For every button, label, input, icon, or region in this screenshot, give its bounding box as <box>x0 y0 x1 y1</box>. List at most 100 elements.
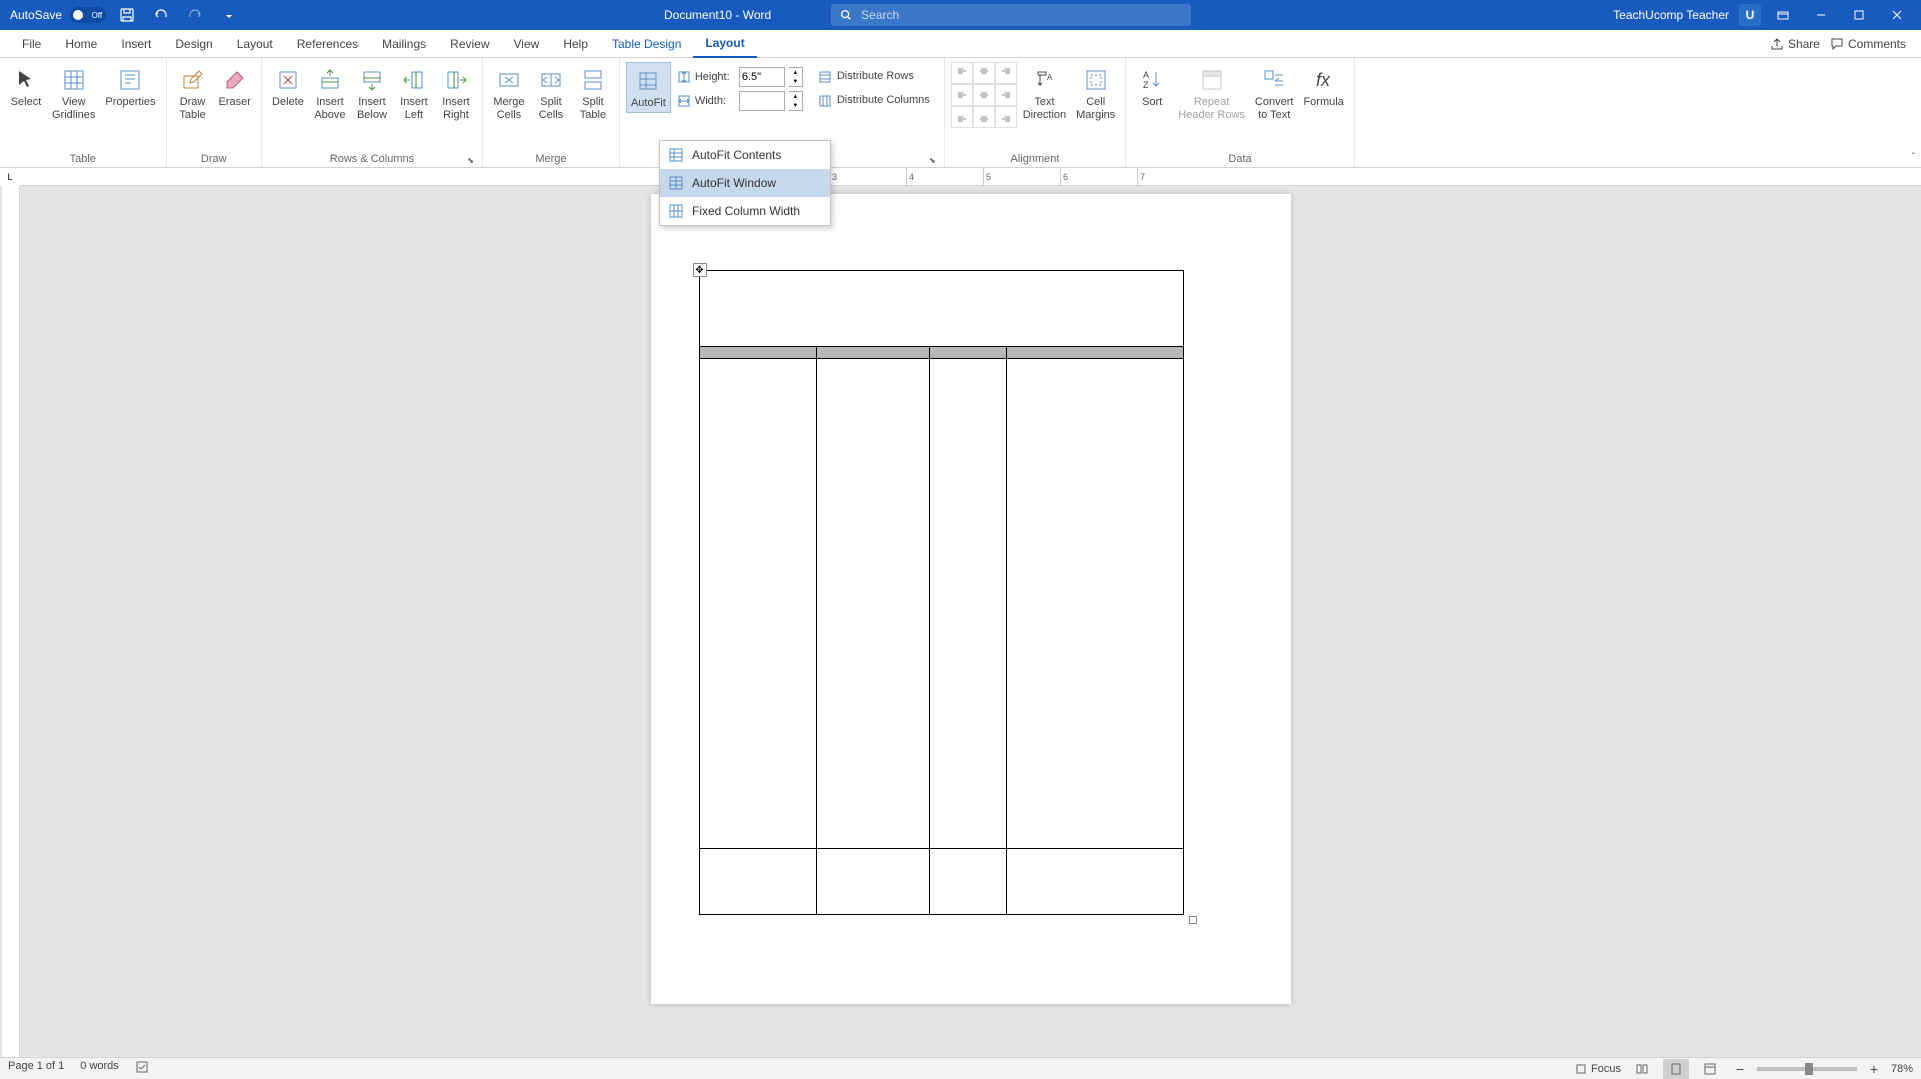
autofit-contents-item[interactable]: AutoFit Contents <box>660 141 830 169</box>
align-bottom-left[interactable] <box>951 106 973 128</box>
cursor-icon <box>10 64 42 96</box>
comments-button[interactable]: Comments <box>1830 37 1906 51</box>
properties-button[interactable]: Properties <box>101 62 159 111</box>
tab-references[interactable]: References <box>285 30 370 58</box>
zoom-level[interactable]: 78% <box>1891 1063 1913 1075</box>
page[interactable]: ✥ <box>651 194 1291 1004</box>
formula-icon: fx <box>1308 64 1340 96</box>
titlebar: AutoSave Off Document10 - Word TeachUcom… <box>0 0 1921 30</box>
share-button[interactable]: Share <box>1770 37 1820 51</box>
group-rows-columns: Delete Insert Above Insert Below Insert … <box>262 58 483 167</box>
undo-button[interactable] <box>148 2 174 28</box>
fixed-column-width-item[interactable]: Fixed Column Width <box>660 197 830 225</box>
convert-to-text-button[interactable]: Convert to Text <box>1251 62 1298 124</box>
tab-layout[interactable]: Layout <box>225 30 285 58</box>
zoom-in-button[interactable]: + <box>1865 1060 1883 1078</box>
save-button[interactable] <box>114 2 140 28</box>
distribute-rows-button[interactable]: Distribute Rows <box>813 66 934 88</box>
draw-table-button[interactable]: Draw Table <box>173 62 213 124</box>
formula-button[interactable]: fxFormula <box>1299 62 1347 111</box>
tab-mailings[interactable]: Mailings <box>370 30 438 58</box>
convert-icon <box>1258 64 1290 96</box>
table-move-handle[interactable]: ✥ <box>693 263 707 277</box>
tab-review[interactable]: Review <box>438 30 501 58</box>
zoom-out-button[interactable]: − <box>1731 1060 1749 1078</box>
cell-margins-button[interactable]: Cell Margins <box>1072 62 1119 124</box>
merge-cells-button[interactable]: Merge Cells <box>489 62 529 124</box>
rows-columns-launcher[interactable]: ⬊ <box>467 156 474 165</box>
height-spinner[interactable]: ▲▼ <box>789 67 803 87</box>
table-row[interactable] <box>699 347 1183 359</box>
tab-table-layout[interactable]: Layout <box>693 30 756 58</box>
table-resize-handle[interactable] <box>1189 916 1197 924</box>
tab-home[interactable]: Home <box>53 30 109 58</box>
search-icon <box>839 8 853 22</box>
insert-above-button[interactable]: Insert Above <box>310 62 350 124</box>
spelling-icon[interactable] <box>135 1060 149 1077</box>
web-layout-button[interactable] <box>1697 1059 1723 1079</box>
search-box[interactable] <box>831 4 1191 26</box>
maximize-button[interactable] <box>1843 4 1875 26</box>
eraser-button[interactable]: Eraser <box>215 62 255 111</box>
tab-view[interactable]: View <box>502 30 552 58</box>
sort-button[interactable]: AZSort <box>1132 62 1172 111</box>
split-cells-button[interactable]: Split Cells <box>531 62 571 124</box>
tab-insert[interactable]: Insert <box>109 30 163 58</box>
search-input[interactable] <box>861 8 1183 22</box>
insert-below-button[interactable]: Insert Below <box>352 62 392 124</box>
align-bottom-center[interactable] <box>973 106 995 128</box>
redo-button[interactable] <box>182 2 208 28</box>
close-button[interactable] <box>1881 4 1913 26</box>
document-area[interactable]: ✥ <box>20 186 1921 1057</box>
width-spinner[interactable]: ▲▼ <box>789 91 803 111</box>
word-count[interactable]: 0 words <box>80 1060 119 1077</box>
insert-right-button[interactable]: Insert Right <box>436 62 476 124</box>
repeat-header-icon <box>1196 64 1228 96</box>
page-indicator[interactable]: Page 1 of 1 <box>8 1060 64 1077</box>
align-top-center[interactable] <box>973 62 995 84</box>
gridlines-button[interactable]: View Gridlines <box>48 62 99 124</box>
tab-help[interactable]: Help <box>551 30 600 58</box>
cell-size-launcher[interactable]: ⬊ <box>929 156 936 165</box>
focus-mode-button[interactable]: Focus <box>1575 1063 1621 1075</box>
align-top-right[interactable] <box>995 62 1017 84</box>
select-button[interactable]: Select <box>6 62 46 111</box>
table-row[interactable] <box>699 849 1183 915</box>
distribute-columns-button[interactable]: Distribute Columns <box>813 90 934 112</box>
autofit-window-item[interactable]: AutoFit Window <box>660 169 830 197</box>
tab-design[interactable]: Design <box>163 30 224 58</box>
delete-icon <box>272 64 304 96</box>
insert-below-icon <box>356 64 388 96</box>
delete-button[interactable]: Delete <box>268 62 308 111</box>
autosave-toggle[interactable]: Off <box>70 7 106 23</box>
align-top-left[interactable] <box>951 62 973 84</box>
read-mode-button[interactable] <box>1629 1059 1655 1079</box>
document-table[interactable] <box>699 270 1184 915</box>
minimize-button[interactable] <box>1805 4 1837 26</box>
align-middle-left[interactable] <box>951 84 973 106</box>
width-input[interactable] <box>739 91 785 111</box>
repeat-header-button[interactable]: Repeat Header Rows <box>1174 62 1249 124</box>
eraser-icon <box>219 64 251 96</box>
tab-file[interactable]: File <box>10 30 53 58</box>
align-bottom-right[interactable] <box>995 106 1017 128</box>
insert-left-button[interactable]: Insert Left <box>394 62 434 124</box>
align-middle-center[interactable] <box>973 84 995 106</box>
ribbon-options-button[interactable] <box>1767 4 1799 26</box>
print-layout-button[interactable] <box>1663 1059 1689 1079</box>
autofit-button[interactable]: AutoFit <box>626 62 671 113</box>
ruler-corner: L <box>0 168 20 186</box>
height-input[interactable] <box>739 67 785 87</box>
vertical-ruler[interactable] <box>2 186 20 1057</box>
align-middle-right[interactable] <box>995 84 1017 106</box>
zoom-slider[interactable] <box>1757 1067 1857 1071</box>
collapse-ribbon-button[interactable]: ˆ <box>1912 152 1915 163</box>
text-direction-button[interactable]: AText Direction <box>1019 62 1070 124</box>
table-row[interactable] <box>699 359 1183 849</box>
user-avatar[interactable]: U <box>1739 4 1761 26</box>
qat-customize-button[interactable] <box>216 2 242 28</box>
split-table-button[interactable]: Split Table <box>573 62 613 124</box>
tab-table-design[interactable]: Table Design <box>600 30 693 58</box>
table-row[interactable] <box>699 271 1183 347</box>
horizontal-ruler[interactable]: 1 2 3 4 5 6 7 <box>20 168 1921 186</box>
